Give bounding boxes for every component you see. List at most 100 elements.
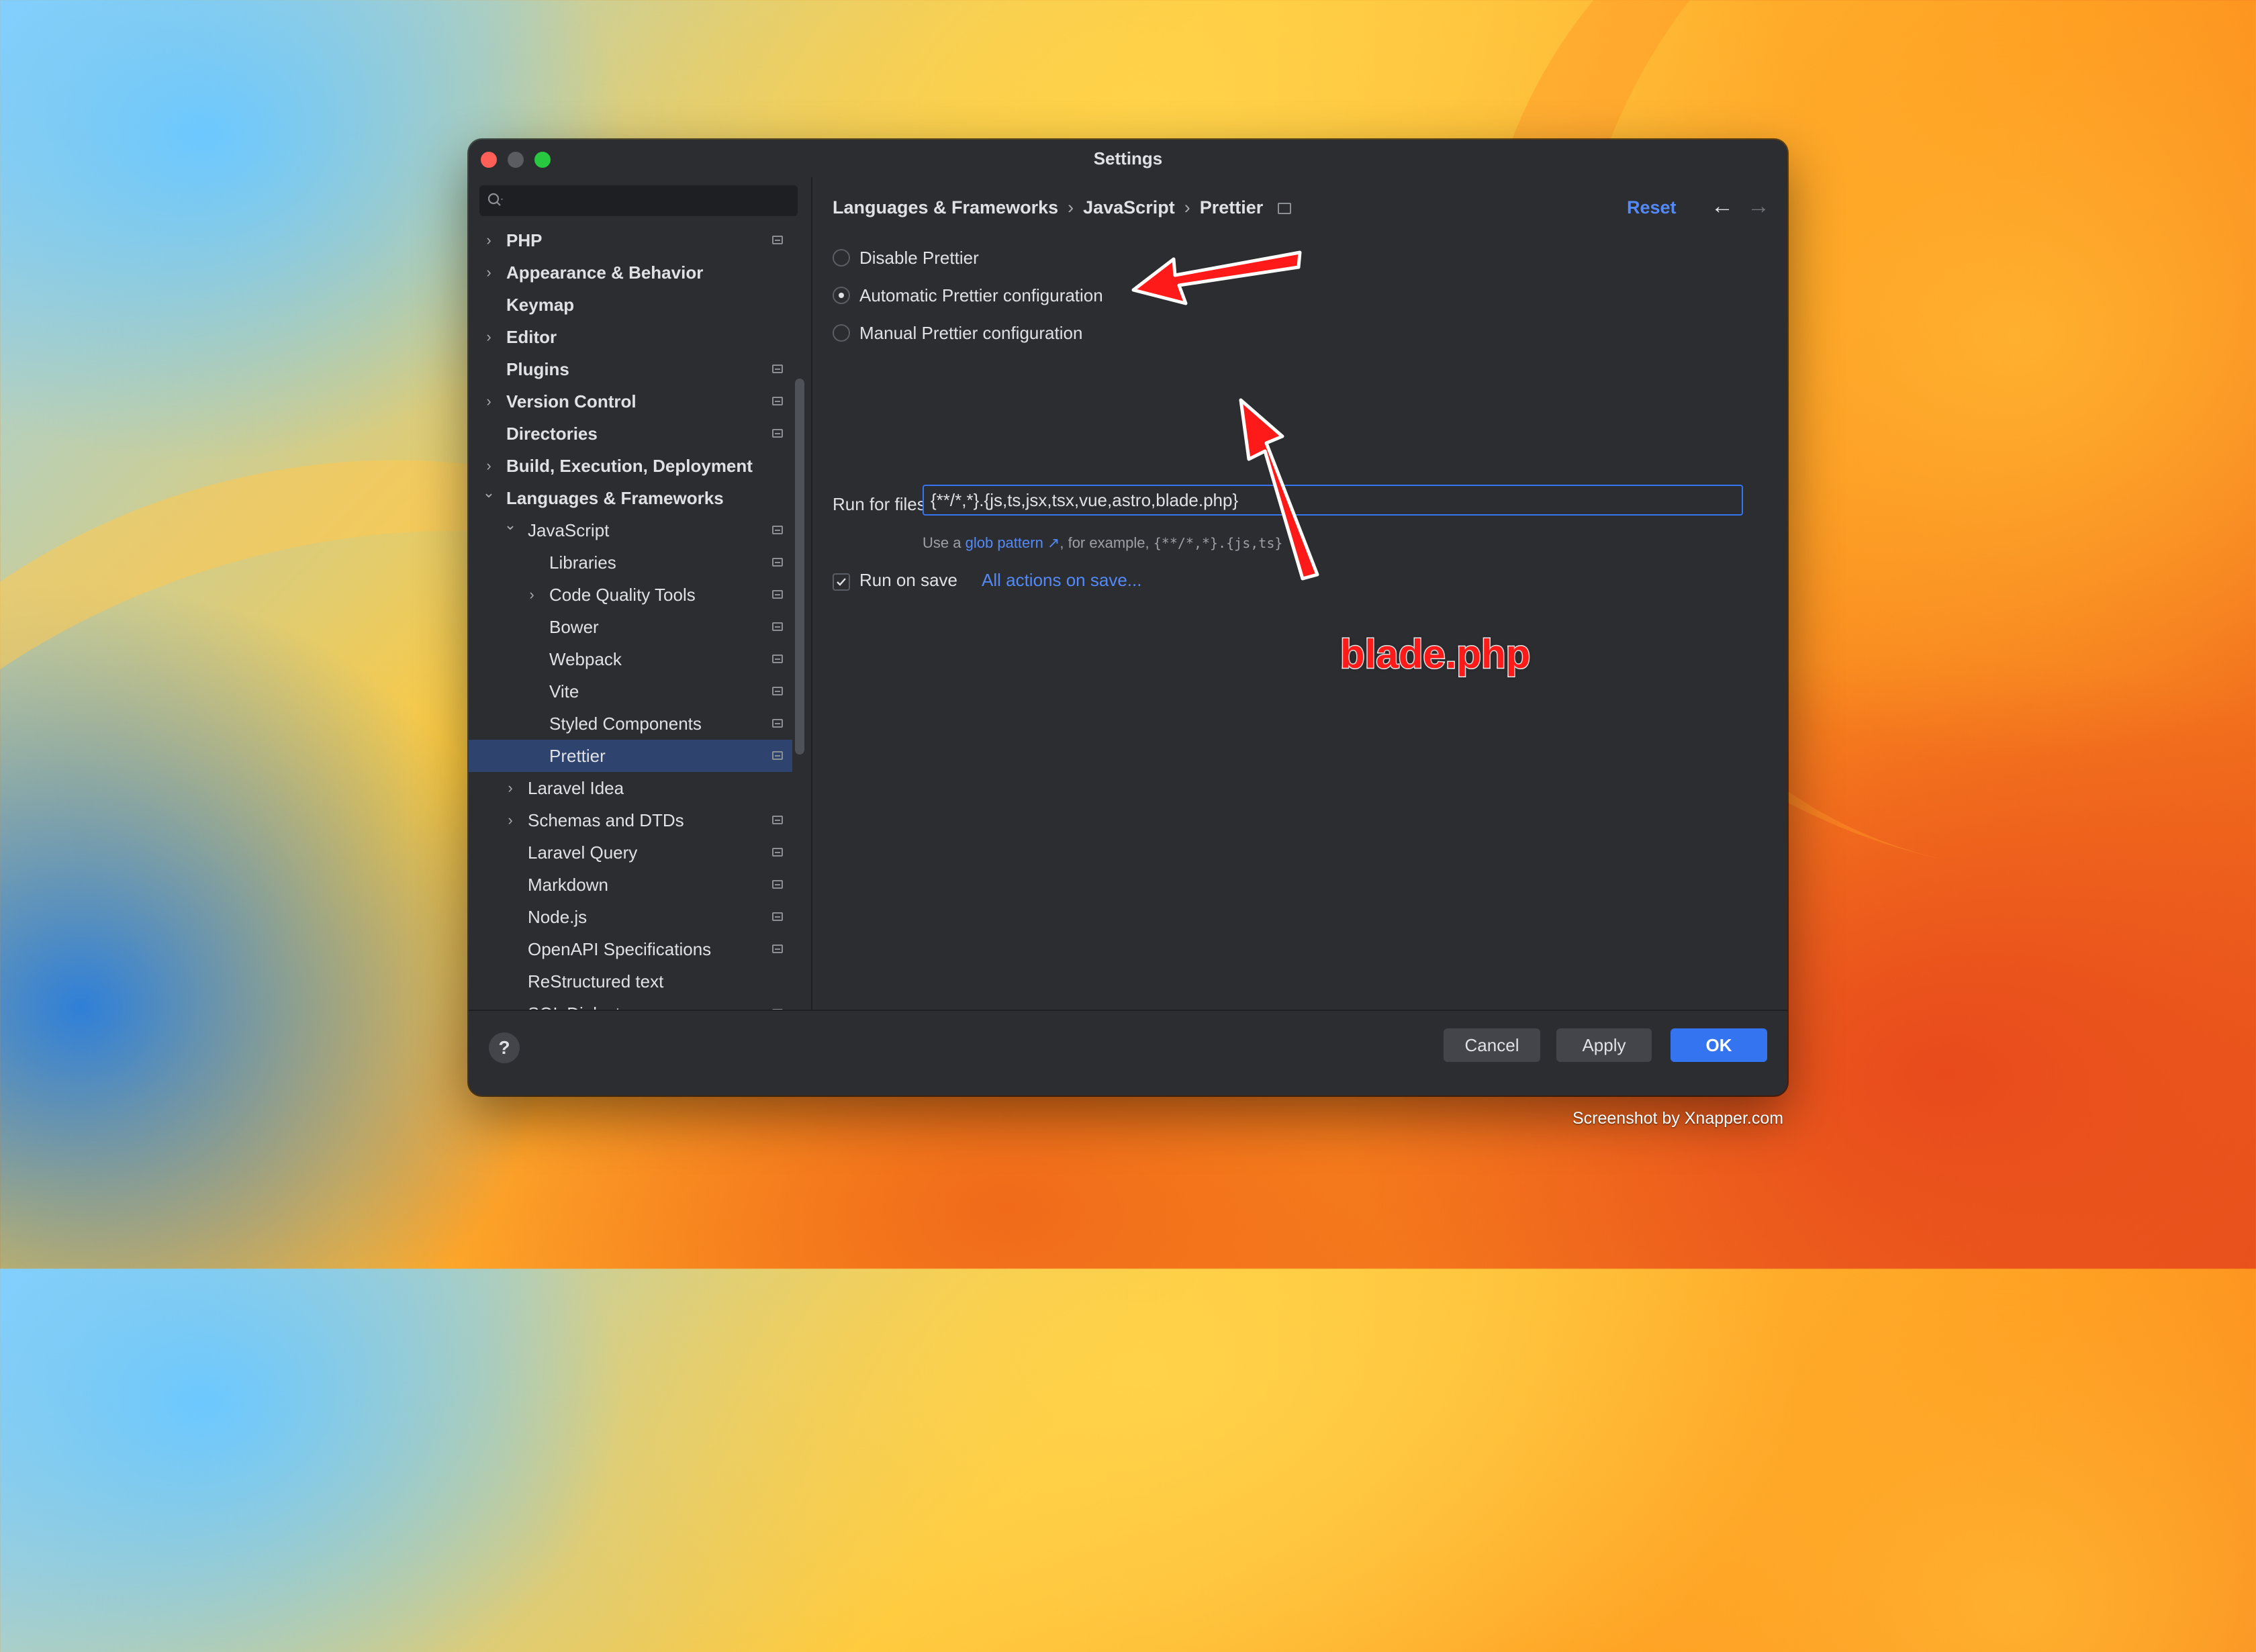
sidebar-item-markdown[interactable]: Markdown bbox=[469, 869, 792, 901]
project-settings-icon bbox=[772, 236, 783, 244]
sidebar-item-appearance-behavior[interactable]: › Appearance & Behavior bbox=[469, 256, 792, 289]
sidebar-item-webpack[interactable]: Webpack bbox=[469, 643, 792, 675]
annotation-label: blade.php bbox=[1339, 631, 1531, 678]
sidebar-item-label: Languages & Frameworks bbox=[506, 488, 724, 508]
sidebar-item-label: Vite bbox=[549, 681, 579, 701]
sidebar-item-editor[interactable]: › Editor bbox=[469, 321, 792, 353]
apply-button[interactable]: Apply bbox=[1556, 1028, 1652, 1062]
prettier-settings-panel: Languages & Frameworks › JavaScript › Pretti… bbox=[812, 177, 1787, 1010]
sidebar-item-label: Editor bbox=[506, 327, 557, 347]
project-settings-icon bbox=[772, 429, 783, 438]
chevron-right-icon[interactable]: › bbox=[501, 772, 520, 804]
automatic-prettier-radio[interactable] bbox=[833, 287, 850, 304]
chevron-right-icon[interactable]: › bbox=[479, 224, 498, 256]
project-settings-icon bbox=[772, 848, 783, 857]
sidebar-item-restructured-text[interactable]: ReStructured text bbox=[469, 965, 792, 998]
sidebar-item-php[interactable]: › PHP bbox=[469, 224, 792, 256]
forward-arrow-icon[interactable]: → bbox=[1747, 193, 1770, 220]
hint-example: {**/*,*}.{js,ts} bbox=[1153, 535, 1283, 551]
sidebar-item-sql-dialects[interactable]: SQL Dialects bbox=[469, 998, 792, 1010]
close-window-button[interactable] bbox=[481, 152, 497, 168]
project-settings-icon bbox=[772, 622, 783, 631]
sidebar-item-plugins[interactable]: Plugins bbox=[469, 353, 792, 385]
sidebar-item-bower[interactable]: Bower bbox=[469, 611, 792, 643]
sidebar-item-label: Styled Components bbox=[549, 714, 702, 734]
project-settings-icon bbox=[772, 558, 783, 567]
chevron-right-icon[interactable]: › bbox=[501, 804, 520, 836]
sidebar-item-laravel-query[interactable]: Laravel Query bbox=[469, 836, 792, 869]
sidebar-item-directories[interactable]: Directories bbox=[469, 418, 792, 450]
sidebar-scrollbar[interactable] bbox=[795, 379, 804, 755]
sidebar-item-vite[interactable]: Vite bbox=[469, 675, 792, 708]
hint-prefix: Use a bbox=[923, 534, 961, 551]
settings-sidebar: › PHP › Appearance & Behavior Keymap › Editor P… bbox=[469, 177, 812, 1010]
sidebar-item-label: Schemas and DTDs bbox=[528, 810, 684, 830]
sidebar-item-keymap[interactable]: Keymap bbox=[469, 289, 792, 321]
project-settings-icon bbox=[772, 590, 783, 599]
sidebar-item-label: Plugins bbox=[506, 359, 569, 379]
sidebar-item-styled-components[interactable]: Styled Components bbox=[469, 708, 792, 740]
chevron-down-icon[interactable]: ⌄ bbox=[479, 477, 498, 509]
checkmark-icon bbox=[837, 578, 846, 586]
project-settings-icon bbox=[772, 526, 783, 534]
chevron-right-icon[interactable]: › bbox=[479, 385, 498, 418]
sidebar-item-label: Version Control bbox=[506, 391, 637, 411]
reset-link[interactable]: Reset bbox=[1627, 197, 1677, 218]
breadcrumb-javascript[interactable]: JavaScript bbox=[1083, 197, 1175, 217]
sidebar-item-label: Prettier bbox=[549, 746, 606, 766]
sidebar-item-label: SQL Dialects bbox=[528, 998, 629, 1010]
dialog-footer: ? Cancel Apply OK bbox=[469, 1010, 1787, 1096]
breadcrumb-languages-frameworks[interactable]: Languages & Frameworks bbox=[833, 197, 1058, 217]
run-on-save-checkbox[interactable] bbox=[833, 573, 850, 591]
sidebar-item-node-js[interactable]: Node.js bbox=[469, 901, 792, 933]
automatic-prettier-label: Automatic Prettier configuration bbox=[859, 285, 1103, 305]
sidebar-item-label: JavaScript bbox=[528, 520, 610, 540]
disable-prettier-radio[interactable] bbox=[833, 249, 850, 266]
sidebar-item-javascript[interactable]: ⌄ JavaScript bbox=[469, 514, 792, 546]
all-actions-on-save-link[interactable]: All actions on save... bbox=[982, 570, 1141, 591]
settings-window: Settings › PHP › Appearance & Behavior Keyma… bbox=[469, 140, 1787, 1096]
sidebar-item-label: Bower bbox=[549, 617, 599, 637]
sidebar-item-openapi-specifications[interactable]: OpenAPI Specifications bbox=[469, 933, 792, 965]
sidebar-item-prettier[interactable]: Prettier bbox=[469, 740, 792, 772]
watermark: Screenshot by Xnapper.com bbox=[1572, 1109, 1784, 1128]
back-arrow-icon[interactable]: ← bbox=[1711, 193, 1734, 220]
run-for-files-input[interactable]: {**/*,*}.{js,ts,jsx,tsx,vue,astro,blade.… bbox=[923, 485, 1743, 516]
search-icon bbox=[487, 193, 503, 206]
breadcrumb-separator: › bbox=[1068, 197, 1074, 217]
sidebar-item-version-control[interactable]: › Version Control bbox=[469, 385, 792, 418]
project-settings-icon bbox=[772, 365, 783, 373]
minimize-window-button[interactable] bbox=[508, 152, 524, 168]
manual-prettier-radio[interactable] bbox=[833, 324, 850, 342]
sidebar-item-label: Code Quality Tools bbox=[549, 585, 696, 605]
ok-button[interactable]: OK bbox=[1671, 1028, 1767, 1062]
project-settings-icon bbox=[772, 687, 783, 695]
chevron-right-icon[interactable]: › bbox=[479, 256, 498, 289]
zoom-window-button[interactable] bbox=[534, 152, 551, 168]
glob-pattern-link[interactable]: glob pattern ↗ bbox=[966, 534, 1060, 551]
breadcrumb-separator: › bbox=[1184, 197, 1190, 217]
settings-search-input[interactable] bbox=[479, 185, 798, 216]
help-button[interactable]: ? bbox=[489, 1032, 520, 1063]
sidebar-item-label: Appearance & Behavior bbox=[506, 262, 704, 283]
sidebar-item-build-execution-deployment[interactable]: › Build, Execution, Deployment bbox=[469, 450, 792, 482]
sidebar-item-code-quality-tools[interactable]: › Code Quality Tools bbox=[469, 579, 792, 611]
project-settings-icon bbox=[772, 397, 783, 405]
sidebar-item-label: Webpack bbox=[549, 649, 622, 669]
sidebar-item-schemas-and-dtds[interactable]: › Schemas and DTDs bbox=[469, 804, 792, 836]
project-settings-icon bbox=[772, 751, 783, 760]
run-for-files-label: Run for files: bbox=[833, 494, 931, 514]
chevron-down-icon[interactable]: ⌄ bbox=[501, 509, 520, 541]
disable-prettier-label: Disable Prettier bbox=[859, 248, 979, 268]
sidebar-item-libraries[interactable]: Libraries bbox=[469, 546, 792, 579]
sidebar-item-label: Libraries bbox=[549, 552, 616, 573]
hint-middle: , for example, bbox=[1060, 534, 1149, 551]
cancel-button[interactable]: Cancel bbox=[1444, 1028, 1540, 1062]
chevron-right-icon[interactable]: › bbox=[522, 579, 541, 611]
project-settings-icon bbox=[772, 944, 783, 953]
sidebar-item-laravel-idea[interactable]: › Laravel Idea bbox=[469, 772, 792, 804]
project-settings-icon bbox=[772, 816, 783, 824]
project-settings-icon bbox=[772, 880, 783, 889]
chevron-right-icon[interactable]: › bbox=[479, 321, 498, 353]
breadcrumb-prettier: Prettier bbox=[1199, 197, 1264, 217]
